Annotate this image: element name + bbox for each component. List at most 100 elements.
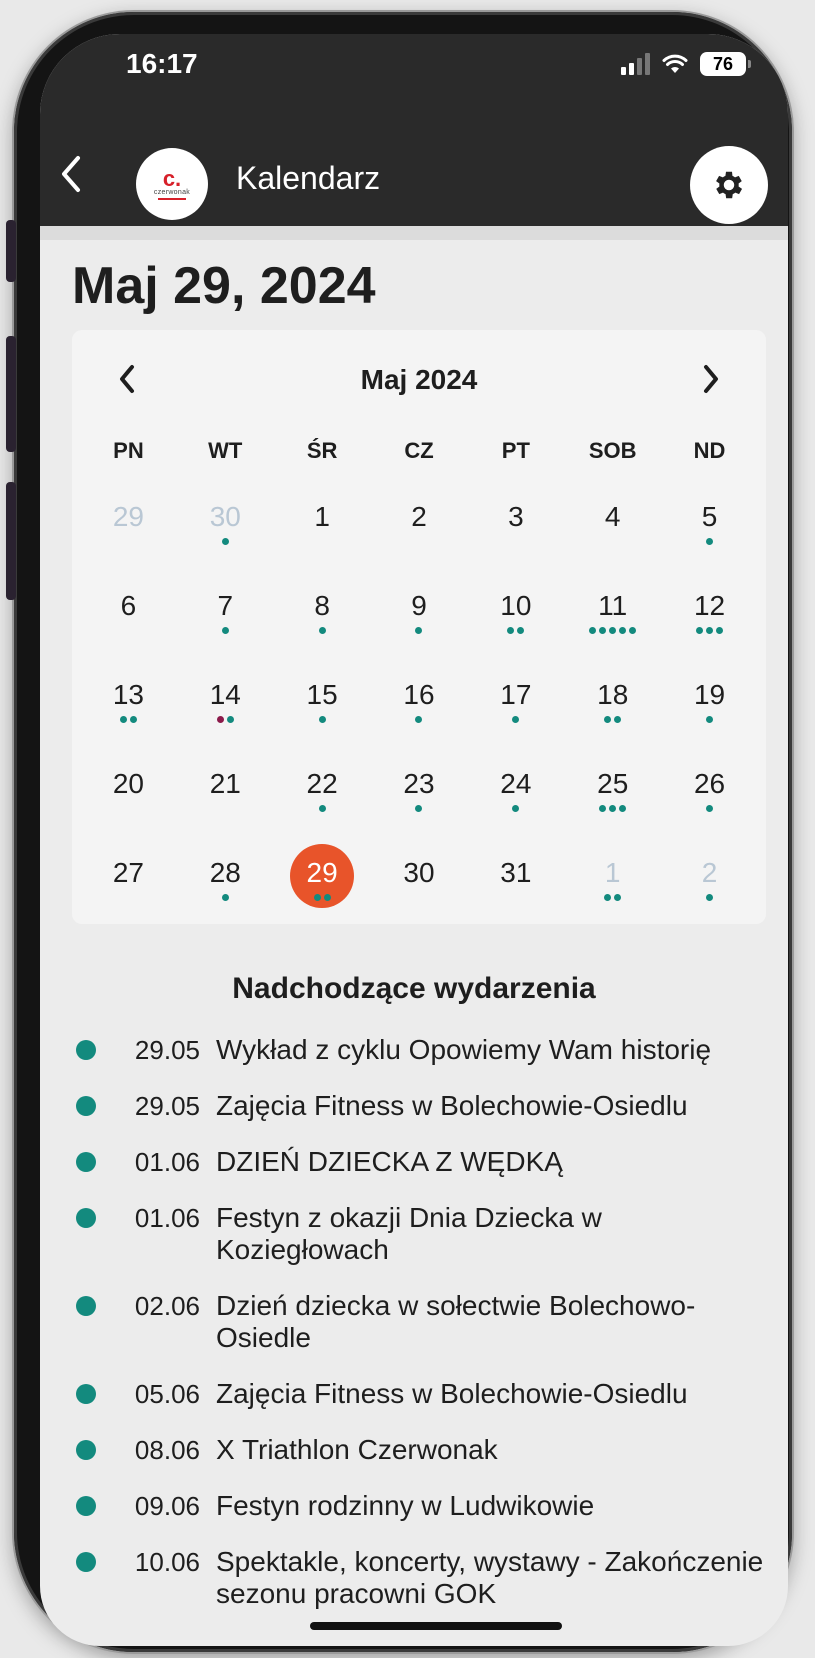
calendar-day[interactable]: 27: [80, 838, 177, 927]
event-title: Festyn rodzinny w Ludwikowie: [216, 1490, 595, 1521]
calendar-day[interactable]: 22: [274, 749, 371, 838]
calendar-day[interactable]: 13: [80, 660, 177, 749]
event-item[interactable]: 09.06 Festyn rodzinny w Ludwikowie: [76, 1490, 766, 1522]
event-dot: [619, 627, 627, 634]
event-date: 08.06: [134, 1435, 200, 1465]
back-button[interactable]: [52, 150, 92, 198]
event-dot: [507, 627, 515, 634]
calendar-day-number: 1: [314, 501, 330, 532]
event-item[interactable]: 29.05 Zajęcia Fitness w Bolechowie-Osiedl…: [76, 1090, 766, 1122]
event-item[interactable]: 29.05 Wykład z cyklu Opowiemy Wam histori…: [76, 1034, 766, 1066]
event-title: Wykład z cyklu Opowiemy Wam historię: [216, 1034, 712, 1065]
calendar-day[interactable]: 31: [467, 838, 564, 927]
calendar-day[interactable]: 6: [80, 571, 177, 660]
calendar-day-number: 6: [120, 590, 137, 621]
event-dot: [318, 716, 326, 723]
app-bar: c. czerwonak Kalendarz: [40, 122, 788, 226]
calendar-grid: 29 30 1 2 3 4 5 6 7 8 9 10 11 12 13 14 15 16 17 18 19 20 21 22 2…: [80, 482, 758, 927]
event-dots: [706, 805, 714, 813]
event-dots: [604, 716, 622, 724]
calendar-day[interactable]: 2: [661, 838, 758, 927]
event-dots: [221, 894, 229, 902]
event-item[interactable]: 05.06 Zajęcia Fitness w Bolechowie-Osiedl…: [76, 1378, 766, 1410]
event-dots: [589, 627, 637, 635]
calendar-day-number: 22: [306, 768, 338, 799]
settings-button[interactable]: [690, 146, 768, 224]
event-item[interactable]: 08.06 X Triathlon Czerwonak: [76, 1434, 766, 1466]
calendar-day-number: 21: [209, 768, 241, 799]
calendar-day[interactable]: 10: [467, 571, 564, 660]
calendar-day[interactable]: 29: [80, 482, 177, 571]
calendar-day-number: 30: [209, 501, 241, 532]
event-dot: [415, 716, 423, 723]
calendar-day[interactable]: 23: [371, 749, 468, 838]
event-dots: [696, 627, 724, 635]
calendar-day[interactable]: 1: [564, 838, 661, 927]
event-date: 29.05: [134, 1035, 200, 1065]
chevron-left-icon: [62, 156, 80, 192]
events-title: Nadchodzące wydarzenia: [232, 972, 596, 1005]
calendar-day[interactable]: 16: [371, 660, 468, 749]
calendar-day-number: 8: [314, 590, 330, 621]
calendar-day[interactable]: 21: [177, 749, 274, 838]
event-dots: [604, 894, 622, 902]
event-dots: [318, 627, 326, 635]
app-logo: c. czerwonak: [136, 148, 208, 220]
calendar-day[interactable]: 1: [274, 482, 371, 571]
calendar-day[interactable]: 12: [661, 571, 758, 660]
calendar-day[interactable]: 30: [371, 838, 468, 927]
event-dot: [119, 716, 127, 723]
event-dot: [696, 627, 704, 634]
calendar-day[interactable]: 9: [371, 571, 468, 660]
calendar-day[interactable]: 4: [564, 482, 661, 571]
calendar-day[interactable]: 19: [661, 660, 758, 749]
next-month-button[interactable]: [694, 354, 728, 404]
event-dots: [507, 627, 525, 635]
event-dot: [221, 538, 229, 545]
event-dot: [599, 627, 607, 634]
calendar-day[interactable]: 7: [177, 571, 274, 660]
calendar-day[interactable]: 14: [177, 660, 274, 749]
calendar-day[interactable]: 3: [467, 482, 564, 571]
event-dot: [216, 716, 224, 723]
event-dot: [706, 894, 714, 901]
calendar-day[interactable]: 30: [177, 482, 274, 571]
event-item[interactable]: 01.06 Festyn z okazji Dnia Dziecka w Kozi…: [76, 1202, 766, 1266]
weekday-label: SOB: [588, 438, 637, 463]
calendar-day[interactable]: 24: [467, 749, 564, 838]
calendar-day[interactable]: 5: [661, 482, 758, 571]
calendar-day-number: 31: [500, 857, 532, 888]
event-title: X Triathlon Czerwonak: [216, 1434, 498, 1465]
calendar-day[interactable]: 20: [80, 749, 177, 838]
calendar-day-number: 29: [112, 501, 144, 532]
event-dot: [512, 716, 520, 723]
event-dots: [706, 538, 714, 546]
side-button-silent: [6, 220, 16, 282]
calendar-day[interactable]: 8: [274, 571, 371, 660]
calendar-day[interactable]: 17: [467, 660, 564, 749]
event-item[interactable]: 10.06 Spektakle, koncerty, wystawy - Zako…: [76, 1546, 766, 1610]
event-item[interactable]: 01.06 DZIEŃ DZIECKA Z WĘDKĄ: [76, 1146, 766, 1178]
calendar-day-selected[interactable]: 29: [274, 838, 371, 927]
calendar-day[interactable]: 28: [177, 838, 274, 927]
calendar-day-number: 4: [604, 501, 621, 532]
calendar-day-number: 30: [403, 857, 435, 888]
status-time: 16:17: [126, 48, 198, 79]
calendar-day[interactable]: 2: [371, 482, 468, 571]
event-dot: [512, 805, 520, 812]
calendar-day-number: 13: [112, 679, 144, 710]
calendar-day[interactable]: 25: [564, 749, 661, 838]
calendar-day[interactable]: 15: [274, 660, 371, 749]
event-dots: [318, 805, 326, 813]
event-dot: [716, 627, 724, 634]
event-dot: [604, 716, 612, 723]
event-dot: [614, 716, 622, 723]
event-dot: [226, 716, 234, 723]
calendar-day[interactable]: 11: [564, 571, 661, 660]
event-item[interactable]: 02.06 Dzień dziecka w sołectwie Bolechowo…: [76, 1290, 766, 1354]
event-dot: [706, 627, 714, 634]
event-date: 09.06: [134, 1491, 200, 1521]
calendar-day[interactable]: 26: [661, 749, 758, 838]
event-dots: [216, 716, 234, 724]
calendar-day[interactable]: 18: [564, 660, 661, 749]
